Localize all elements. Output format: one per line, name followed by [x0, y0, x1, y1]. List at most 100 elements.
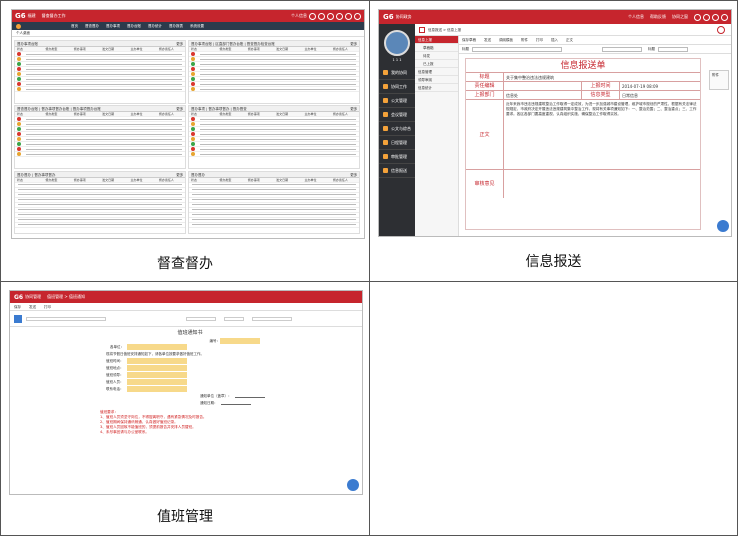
float-action-icon[interactable]: [347, 479, 359, 491]
time-input[interactable]: 2014-07-19 08:09: [620, 82, 700, 90]
info-screenshot: G6 协同政务 个人信息 帮助反馈 协同之窗 1 1 1 我的协同 协同工作 公文管…: [378, 9, 732, 237]
sidebar-item[interactable]: 我的协同: [379, 66, 415, 80]
table-row[interactable]: [189, 152, 360, 158]
toolbar-button[interactable]: 发送: [484, 38, 491, 42]
row-placeholder-line: [18, 194, 183, 196]
status-dot: [191, 127, 195, 132]
level-select[interactable]: [186, 316, 216, 321]
table-row[interactable]: [189, 223, 360, 228]
help-icon[interactable]: [345, 12, 352, 20]
message-icon[interactable]: [327, 12, 334, 20]
info-user-menu-1[interactable]: 帮助反馈: [650, 14, 666, 20]
attachment-pane[interactable]: 附件: [709, 70, 729, 90]
sidebar-item[interactable]: 公文管理: [379, 94, 415, 108]
refresh-icon[interactable]: [717, 25, 725, 34]
subject-input[interactable]: [26, 316, 106, 321]
float-action-icon[interactable]: [717, 220, 729, 232]
supervision-user-link[interactable]: 个人信息: [291, 13, 307, 19]
column-header: 主办单位: [130, 177, 143, 182]
logout-icon[interactable]: [354, 12, 361, 20]
sidebar-item[interactable]: 审批管理: [379, 150, 415, 164]
row-placeholder-line: [26, 143, 183, 145]
tree-item[interactable]: 草稿箱: [415, 44, 458, 52]
home-icon[interactable]: [419, 26, 425, 33]
nav-items[interactable]: 首页 督查督办 督办事项 督办台账 督办统计 督办报表 系统设置: [71, 24, 204, 28]
title-input[interactable]: 关于集中整治违法违规建筑: [504, 73, 700, 81]
dept-input[interactable]: 信息处: [504, 91, 582, 99]
supervision-topbar: G6 福建 督查督办工作 个人信息: [12, 10, 364, 22]
settings-icon[interactable]: [336, 12, 343, 20]
mail-icon[interactable]: [703, 13, 710, 21]
notice-fill-field[interactable]: [126, 372, 187, 378]
sidebar-item[interactable]: 信息报送: [379, 164, 415, 178]
tree-item[interactable]: 信息上报: [415, 36, 458, 44]
doc-icon: [14, 314, 22, 323]
column-header: 发文日期: [102, 47, 115, 51]
flow-select[interactable]: [252, 316, 292, 321]
home-icon[interactable]: [318, 12, 325, 20]
right-input[interactable]: [658, 46, 688, 52]
sign-input[interactable]: [504, 170, 700, 198]
toolbar-button[interactable]: 保存草稿: [462, 38, 476, 42]
tree-item[interactable]: 领导审阅: [415, 76, 458, 84]
row-placeholder-line: [192, 219, 357, 221]
toolbar-button[interactable]: 发送: [29, 305, 36, 309]
toolbar-button[interactable]: 打印: [44, 305, 51, 309]
table-row[interactable]: [189, 87, 360, 92]
info-user-menu-2[interactable]: 协同之窗: [672, 14, 688, 20]
toolbar-button[interactable]: 插入: [551, 38, 558, 42]
toolbar-button[interactable]: 正文: [566, 38, 573, 42]
table-row[interactable]: [15, 152, 186, 158]
notice-fill-field[interactable]: [126, 386, 187, 392]
type-input[interactable]: 日常信息: [620, 91, 700, 99]
row-placeholder-line: [26, 128, 183, 130]
notice-note: 4、未尽事宜请与办公室联系。: [100, 430, 150, 434]
panel-title: 督办督办: [191, 172, 205, 177]
power-icon[interactable]: [721, 13, 728, 21]
tree-item[interactable]: 信息统计: [415, 84, 458, 92]
notice-fill-field[interactable]: [126, 365, 187, 371]
sidebar-item[interactable]: 日程管理: [379, 136, 415, 150]
caption-info-report: 信息报送: [525, 254, 582, 270]
tree-item[interactable]: 待发: [415, 52, 458, 60]
settings-icon[interactable]: [712, 13, 719, 21]
notice-fill-field[interactable]: [127, 344, 187, 350]
info-user-menu-0[interactable]: 个人信息: [628, 14, 644, 20]
user-icon[interactable]: [309, 12, 316, 20]
sidebar-item[interactable]: 协同工作: [379, 80, 415, 94]
notice-line-text: 联系电话：: [106, 387, 124, 391]
doc-no-field[interactable]: [220, 338, 260, 344]
toolbar-button[interactable]: 保存: [14, 305, 21, 309]
toolbar-button[interactable]: 打印: [536, 38, 543, 42]
sidebar-item[interactable]: 会议管理: [379, 108, 415, 122]
home-icon[interactable]: [694, 13, 701, 21]
secret-select[interactable]: [224, 316, 244, 321]
toolbar-button[interactable]: 附件: [521, 38, 528, 42]
notice-fill-field[interactable]: [126, 379, 187, 385]
tree-item[interactable]: 已上报: [415, 60, 458, 68]
notice-fill-field[interactable]: [126, 358, 187, 364]
duty-logo: G6: [14, 293, 24, 301]
column-header: 督办类型: [219, 47, 232, 51]
tree-item[interactable]: 信息管理: [415, 68, 458, 76]
row-placeholder-line: [200, 148, 357, 150]
sign-label: 审核意见: [466, 170, 504, 198]
body-textarea[interactable]: 近年来我市违法违规建筑整治工作取得一定成效，为进一步加强城市建设管理，维护城市规…: [504, 100, 700, 169]
table-row[interactable]: [15, 223, 186, 228]
row-placeholder-line: [200, 88, 357, 90]
avatar[interactable]: [16, 23, 21, 29]
column-header: 督办事项: [247, 177, 260, 182]
toolbar-button[interactable]: 调阅模板: [499, 38, 513, 42]
subject-input[interactable]: [472, 46, 562, 52]
cell-duty: G6 协同管理 值班管理 > 值班通知 保存 发送 打印 值班通知书 编号： 各单位…: [0, 281, 370, 536]
editor-input[interactable]: [504, 82, 582, 90]
notice-fill-field[interactable]: [234, 394, 265, 398]
notice-line-text: 值班地点：: [106, 366, 124, 370]
row-placeholder-line: [18, 219, 183, 221]
user-avatar[interactable]: [384, 30, 410, 56]
notice-fill-field[interactable]: [220, 401, 251, 405]
table-row[interactable]: [15, 87, 186, 92]
type-select[interactable]: [602, 46, 642, 52]
notice-line: 值班地点：: [100, 365, 280, 372]
sidebar-item[interactable]: 公文与综合: [379, 122, 415, 136]
